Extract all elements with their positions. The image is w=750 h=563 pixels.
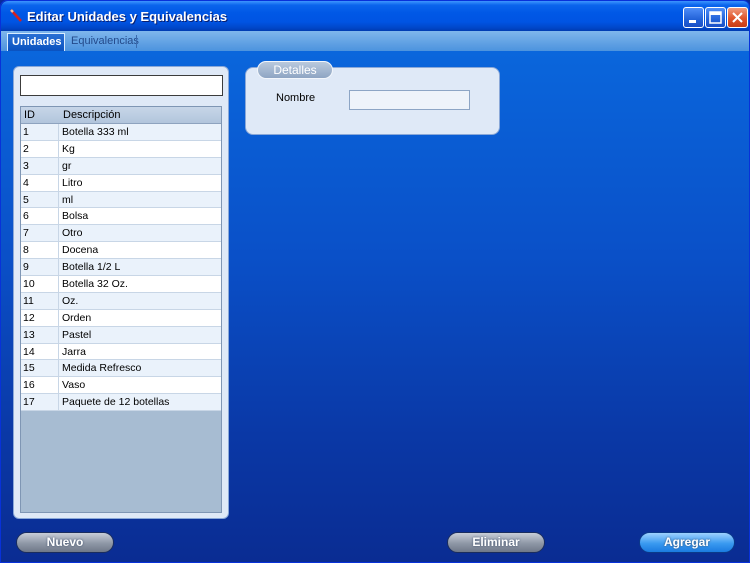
maximize-icon bbox=[709, 11, 722, 24]
nombre-label: Nombre bbox=[276, 92, 316, 104]
tab-unidades[interactable]: Unidades bbox=[7, 33, 65, 51]
cell-descripcion: Jarra bbox=[62, 345, 86, 358]
agregar-button[interactable]: Agregar bbox=[639, 532, 735, 553]
cell-id: 7 bbox=[21, 225, 59, 242]
close-button[interactable] bbox=[727, 7, 748, 28]
cell-id: 8 bbox=[21, 242, 59, 259]
cell-id: 9 bbox=[21, 259, 59, 276]
cell-descripcion: Oz. bbox=[62, 294, 79, 307]
cell-descripcion: Medida Refresco bbox=[62, 362, 142, 375]
cell-id: 16 bbox=[21, 377, 59, 394]
minimize-icon bbox=[689, 20, 696, 23]
cell-descripcion: Kg bbox=[62, 142, 75, 155]
table-row[interactable]: 8 Docena bbox=[21, 242, 221, 260]
table-row[interactable]: 3 gr bbox=[21, 157, 221, 175]
table-row[interactable]: 10 Botella 32 Oz. bbox=[21, 276, 221, 293]
tab-equivalencias[interactable]: Equivalencias bbox=[67, 33, 139, 51]
table-row[interactable]: 4 Litro bbox=[21, 174, 221, 192]
table-row[interactable]: 16 Vaso bbox=[21, 377, 221, 395]
cell-id: 17 bbox=[21, 394, 59, 411]
cell-descripcion: Bolsa bbox=[62, 210, 89, 223]
cell-descripcion: Docena bbox=[62, 244, 99, 257]
eliminar-button[interactable]: Eliminar bbox=[447, 532, 545, 553]
tab-strip: Unidades Equivalencias bbox=[1, 31, 749, 51]
table-row[interactable]: 9 Botella 1/2 L bbox=[21, 259, 221, 277]
table-row[interactable]: 11 Oz. bbox=[21, 292, 221, 310]
table-row[interactable]: 12 Orden bbox=[21, 309, 221, 327]
table-row[interactable]: 13 Pastel bbox=[21, 326, 221, 344]
cell-id: 6 bbox=[21, 208, 59, 225]
cell-id: 15 bbox=[21, 360, 59, 377]
cell-descripcion: Litro bbox=[62, 176, 83, 189]
cell-descripcion: Orden bbox=[62, 311, 92, 324]
cell-descripcion: Botella 333 ml bbox=[62, 126, 129, 138]
cell-descripcion: ml bbox=[62, 193, 74, 206]
app-window: Editar Unidades y Equivalencias Unidades… bbox=[0, 0, 750, 563]
title-bar[interactable]: Editar Unidades y Equivalencias bbox=[1, 1, 749, 31]
cell-descripcion: gr bbox=[62, 159, 72, 172]
table-row[interactable]: 14 Jarra bbox=[21, 343, 221, 361]
table-row[interactable]: 1 Botella 333 ml bbox=[21, 124, 221, 141]
table-header: ID Descripción bbox=[21, 107, 221, 124]
cell-descripcion: Botella 1/2 L bbox=[62, 261, 121, 274]
cell-descripcion: Paquete de 12 botellas bbox=[62, 396, 170, 409]
table-row[interactable]: 7 Otro bbox=[21, 225, 221, 243]
pencil-icon bbox=[10, 9, 22, 22]
cell-id: 13 bbox=[21, 326, 59, 343]
table-row[interactable]: 5 ml bbox=[21, 191, 221, 209]
column-header-descripcion[interactable]: Descripción bbox=[63, 109, 120, 121]
cell-descripcion: Vaso bbox=[62, 379, 86, 392]
minimize-button[interactable] bbox=[683, 7, 704, 28]
window-title: Editar Unidades y Equivalencias bbox=[27, 9, 228, 24]
maximize-button[interactable] bbox=[705, 7, 726, 28]
cell-id: 3 bbox=[21, 157, 59, 174]
cell-id: 4 bbox=[21, 174, 59, 191]
search-input[interactable] bbox=[20, 75, 223, 96]
table-row[interactable]: 15 Medida Refresco bbox=[21, 360, 221, 378]
cell-id: 1 bbox=[21, 124, 59, 140]
cell-id: 11 bbox=[21, 292, 59, 309]
close-icon bbox=[732, 12, 743, 23]
cell-id: 10 bbox=[21, 276, 59, 292]
details-legend: Detalles bbox=[257, 61, 333, 79]
nombre-field[interactable] bbox=[349, 90, 470, 110]
table-body: 1 Botella 333 ml 2 Kg 3 gr 4 Litro 5 ml 6 Bols… bbox=[21, 124, 221, 412]
units-table[interactable]: ID Descripción 1 Botella 333 ml 2 Kg 3 gr 4… bbox=[20, 106, 222, 513]
cell-id: 2 bbox=[21, 140, 59, 157]
tab-separator bbox=[136, 35, 137, 48]
table-row[interactable]: 17 Paquete de 12 botellas bbox=[21, 394, 221, 412]
nuevo-button[interactable]: Nuevo bbox=[16, 532, 114, 553]
cell-id: 12 bbox=[21, 309, 59, 326]
cell-id: 5 bbox=[21, 191, 59, 208]
cell-id: 14 bbox=[21, 343, 59, 360]
column-header-id[interactable]: ID bbox=[24, 109, 35, 121]
cell-descripcion: Pastel bbox=[62, 328, 92, 341]
cell-descripcion: Botella 32 Oz. bbox=[62, 278, 128, 291]
table-row[interactable]: 2 Kg bbox=[21, 140, 221, 158]
table-row[interactable]: 6 Bolsa bbox=[21, 208, 221, 226]
cell-descripcion: Otro bbox=[62, 227, 83, 240]
